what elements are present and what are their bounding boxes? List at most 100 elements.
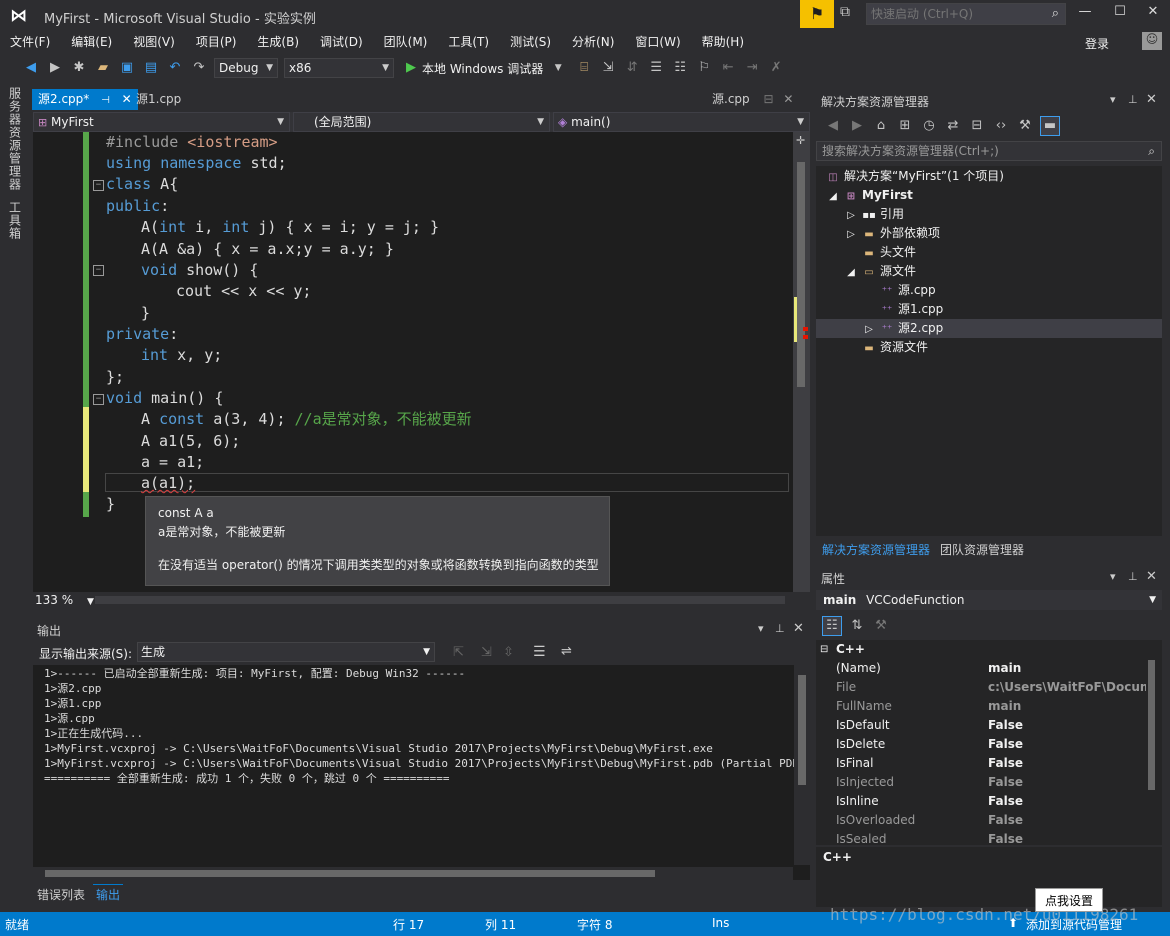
property-row[interactable]: FullName main [816,697,1146,716]
find-in-files-icon[interactable]: ⌸ [575,59,593,77]
navigate-back-icon[interactable]: ◀ [22,59,40,77]
property-row[interactable]: IsInline False [816,792,1146,811]
close-pane-icon[interactable]: ✕ [1146,569,1157,584]
alphabetical-icon[interactable]: ⇅ [848,617,866,635]
search-icon[interactable]: ⌕ [1052,6,1059,21]
tree-item-solution[interactable]: ◫ 解决方案“MyFirst”(1 个项目) [826,167,1004,186]
menu-view[interactable]: 视图(V) [133,33,175,50]
solution-platform-dropdown[interactable]: x86 ▼ [284,58,394,78]
menu-edit[interactable]: 编辑(E) [71,33,112,50]
new-project-icon[interactable]: ✱ [70,59,88,77]
scrollbar-thumb[interactable] [45,870,655,877]
step-over-icon[interactable]: ⇵ [623,59,641,77]
view-code-icon[interactable]: ‹› [992,117,1010,135]
pane-menu-icon[interactable]: ▾ [1110,570,1116,583]
property-row[interactable]: IsDelete False [816,735,1146,754]
pin-icon[interactable]: ⊥ [775,622,785,635]
tab-error-list[interactable]: 错误列表 [37,886,85,903]
tree-item-external-dependencies[interactable]: ▷ ▬ 外部依赖项 [844,224,940,243]
clear-bookmarks-icon[interactable]: ✗ [767,59,785,77]
categorized-icon[interactable]: ☷ [822,616,842,636]
property-row[interactable]: IsFinal False [816,754,1146,773]
menu-help[interactable]: 帮助(H) [702,33,744,50]
properties-object-selector[interactable]: main VCCodeFunction ▼ [816,590,1162,610]
close-pane-icon[interactable]: ✕ [793,621,804,636]
solution-explorer-search[interactable]: 搜索解决方案资源管理器(Ctrl+;) ⌕ [816,141,1162,161]
menu-test[interactable]: 测试(S) [510,33,551,50]
feedback-flag-icon[interactable]: ⚑ [800,0,834,28]
tab-output[interactable]: 输出 [93,884,124,904]
tree-item-source-files[interactable]: ◢ ▭ 源文件 [844,262,916,281]
property-row[interactable]: Filec:\Users\WaitFoF\Documents [816,678,1146,697]
redo-icon[interactable]: ↷ [190,59,208,77]
menu-debug[interactable]: 调试(D) [320,33,363,50]
expand-arrow-icon[interactable]: ◢ [826,187,840,206]
bookmark-icon[interactable]: ⚐ [695,59,713,77]
start-debugging-icon[interactable]: ▶ [402,59,420,77]
notifications-icon[interactable]: ⧉ [840,4,860,24]
home-icon[interactable]: ⌂ [872,117,890,135]
back-icon[interactable]: ◀ [824,117,842,135]
editor-horizontal-scrollbar[interactable] [95,596,785,604]
preview-selected-items-icon[interactable]: ▬ [1040,116,1060,136]
property-category[interactable]: ⊟ C++ [816,640,1146,659]
scrollbar-thumb[interactable] [1148,660,1155,790]
output-vertical-scrollbar[interactable] [794,665,810,865]
tab-source2-cpp[interactable]: 源2.cpp* ⊣ ✕ [32,89,138,110]
open-file-icon[interactable]: ▰ [94,59,112,77]
scope-dropdown[interactable]: (全局范围) ▼ [293,112,550,132]
collapse-arrow-icon[interactable]: ▷ [844,206,858,225]
minimize-button[interactable]: — [1070,4,1100,24]
property-row[interactable]: IsDefault False [816,716,1146,735]
server-explorer-tab[interactable]: 服务器资源管理器 [7,87,24,191]
quick-launch-input[interactable] [867,4,1045,24]
keep-open-icon[interactable]: ⊟ [763,92,773,106]
tab-source1-cpp[interactable]: 源1.cpp [136,89,181,110]
zoom-dropdown[interactable]: 133 % ▼ [33,592,95,609]
click-settings-popup[interactable]: 点我设置 [1035,888,1103,912]
output-source-dropdown[interactable]: 生成 ▼ [137,642,435,662]
tree-item-header-files[interactable]: ▬ 头文件 [862,243,916,262]
expand-arrow-icon[interactable]: ◢ [844,263,858,282]
menu-window[interactable]: 窗口(W) [635,33,680,50]
next-bookmark-icon[interactable]: ⇥ [743,59,761,77]
tree-item-resource-files[interactable]: ▬ 资源文件 [862,338,928,357]
search-icon[interactable]: ⌕ [1148,142,1155,160]
go-to-next-message-icon[interactable]: ⇲ [481,645,492,660]
pending-changes-filter-icon[interactable]: ◷ [920,117,938,135]
navigate-forward-icon[interactable]: ▶ [46,59,64,77]
undo-icon[interactable]: ↶ [166,59,184,77]
editor-vertical-scrollbar[interactable]: ✛ [793,132,810,592]
collapse-arrow-icon[interactable]: ▷ [844,225,858,244]
tree-item-source-cpp[interactable]: ⁺⁺ 源.cpp [880,281,936,300]
maximize-button[interactable]: ☐ [1105,4,1135,24]
menu-tools[interactable]: 工具(T) [448,33,489,50]
member-dropdown[interactable]: ◈ main() ▼ [553,112,810,132]
scrollbar-thumb[interactable] [797,162,805,387]
scrollbar-thumb[interactable] [798,675,806,785]
menu-build[interactable]: 生成(B) [257,33,299,50]
property-row[interactable]: IsInjected False [816,773,1146,792]
pin-icon[interactable]: ⊥ [1128,570,1138,583]
tab-solution-explorer[interactable]: 解决方案资源管理器 [822,541,930,558]
tab-team-explorer[interactable]: 团队资源管理器 [940,541,1024,558]
close-pane-icon[interactable]: ✕ [1146,92,1157,107]
forward-icon[interactable]: ▶ [848,117,866,135]
property-pages-wrench-icon[interactable]: ⚒ [872,617,890,635]
split-window-icon[interactable]: ✛ [796,134,805,147]
save-all-icon[interactable]: ▤ [142,59,160,77]
property-row[interactable]: (Name) main [816,659,1146,678]
close-tab-icon[interactable]: ✕ [783,92,793,106]
project-dropdown[interactable]: ⊞ MyFirst ▼ [33,112,290,132]
pane-menu-icon[interactable]: ▾ [1110,93,1116,106]
collapse-icon[interactable]: − [93,265,104,276]
login-link[interactable]: 登录 [1085,35,1109,52]
comment-lines-icon[interactable]: ☰ [647,59,665,77]
switch-views-icon[interactable]: ⊞ [896,117,914,135]
chevron-down-icon[interactable]: ▼ [549,59,567,77]
properties-vertical-scrollbar[interactable] [1146,660,1158,840]
find-message-icon[interactable]: ⇳ [503,645,514,660]
menu-team[interactable]: 团队(M) [384,33,428,50]
output-text-area[interactable]: 1>------ 已启动全部重新生成: 项目: MyFirst, 配置: Deb… [33,665,810,880]
tree-item-references[interactable]: ▷ ▪▪ 引用 [844,205,904,224]
